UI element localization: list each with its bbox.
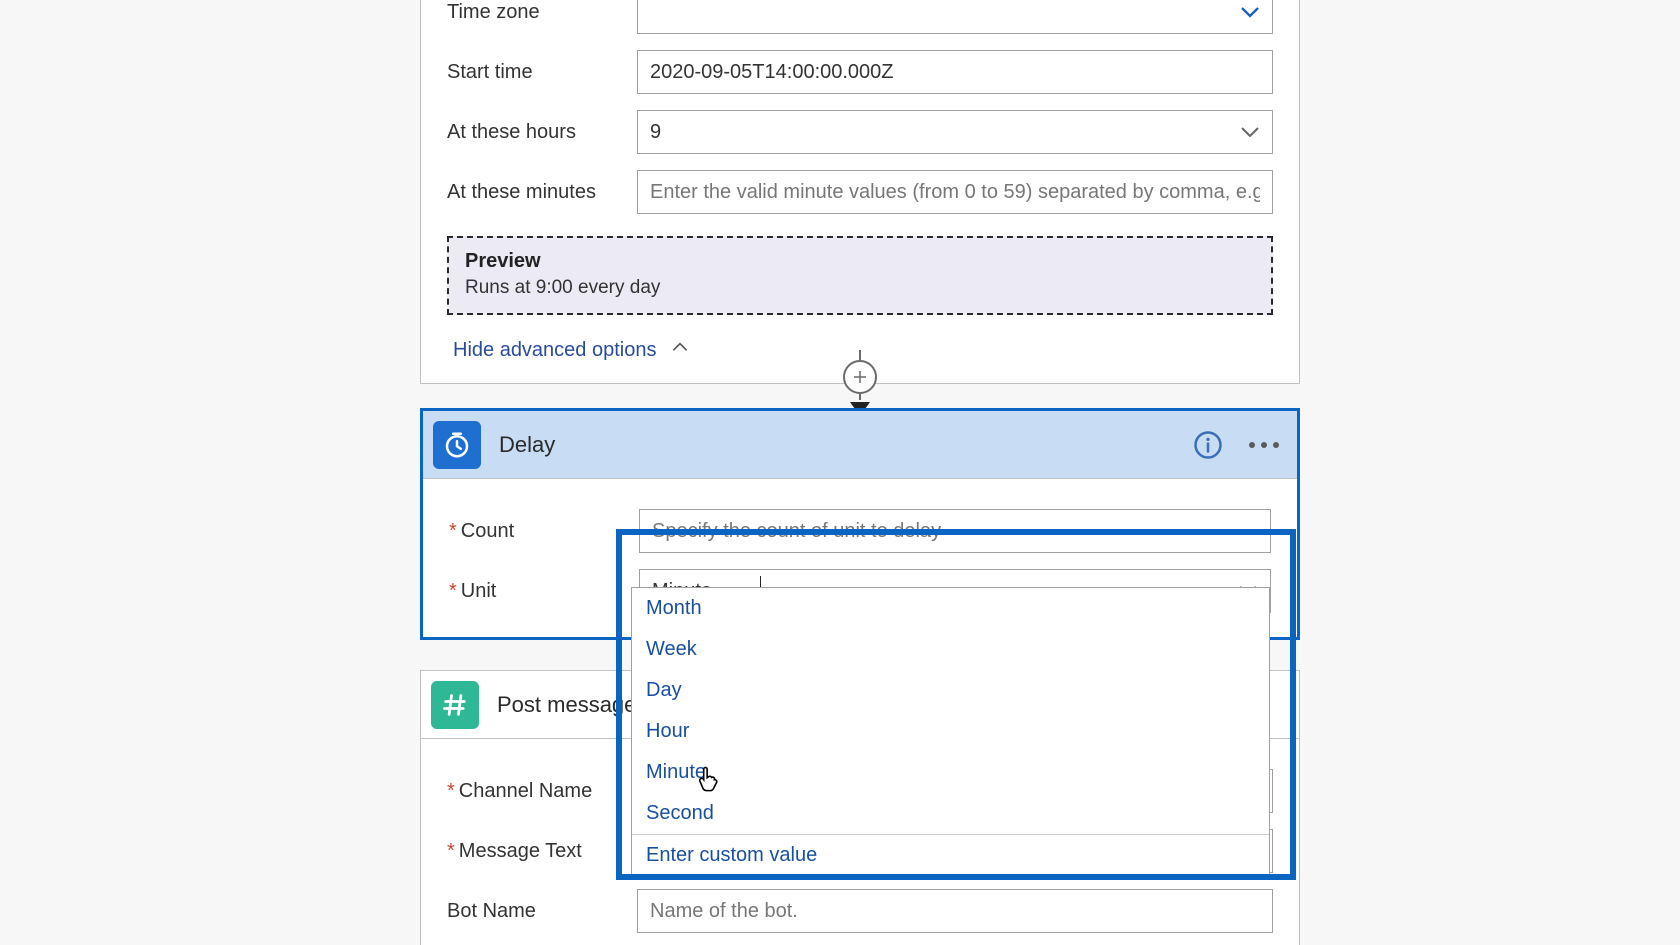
timezone-select[interactable] [637,0,1273,34]
info-button[interactable] [1193,430,1223,460]
chevron-up-icon [670,337,690,363]
bot-name-field[interactable] [650,900,1260,923]
count-input[interactable] [639,509,1271,553]
minutes-label: At these minutes [447,181,637,204]
preview-box: Preview Runs at 9:00 every day [447,236,1273,315]
minutes-input[interactable] [637,170,1273,214]
more-button[interactable] [1249,442,1279,448]
count-label: Count [449,520,639,543]
minutes-field[interactable] [650,181,1260,204]
message-text-label: Message Text [447,840,637,863]
unit-option-hour[interactable]: Hour [632,711,1269,752]
preview-title: Preview [465,250,1255,273]
unit-label: Unit [449,580,639,603]
starttime-input[interactable] [637,50,1273,94]
unit-option-minute[interactable]: Minute [632,752,1269,793]
starttime-label: Start time [447,61,637,84]
advanced-options-label: Hide advanced options [453,339,656,362]
hours-label: At these hours [447,121,637,144]
flow-connector [843,350,877,416]
unit-option-custom[interactable]: Enter custom value [632,835,1269,876]
hours-select[interactable]: 9 [637,110,1273,154]
bot-name-input[interactable] [637,889,1273,933]
timer-icon [433,421,481,469]
bot-name-label: Bot Name [447,900,637,923]
count-field[interactable] [652,520,1258,543]
unit-option-month[interactable]: Month [632,588,1269,629]
recurrence-card: Time zone Start time At these hours 9 [420,0,1300,384]
cursor-icon [696,764,724,796]
hide-advanced-options-link[interactable]: Hide advanced options [453,337,690,363]
preview-text: Runs at 9:00 every day [465,277,1255,299]
unit-dropdown-list: Month Week Day Hour Minute Second Enter … [631,587,1270,877]
unit-option-second[interactable]: Second [632,793,1269,834]
add-step-button[interactable] [843,360,877,394]
chevron-down-icon [1238,120,1262,144]
delay-header[interactable]: Delay [423,411,1297,479]
chevron-down-icon [1238,0,1262,24]
starttime-field[interactable] [650,61,1260,84]
channel-name-label: Channel Name [447,780,637,803]
unit-option-week[interactable]: Week [632,629,1269,670]
unit-option-day[interactable]: Day [632,670,1269,711]
hours-value: 9 [650,121,661,144]
hash-icon [431,681,479,729]
timezone-label: Time zone [447,1,637,24]
delay-title: Delay [499,432,1175,458]
